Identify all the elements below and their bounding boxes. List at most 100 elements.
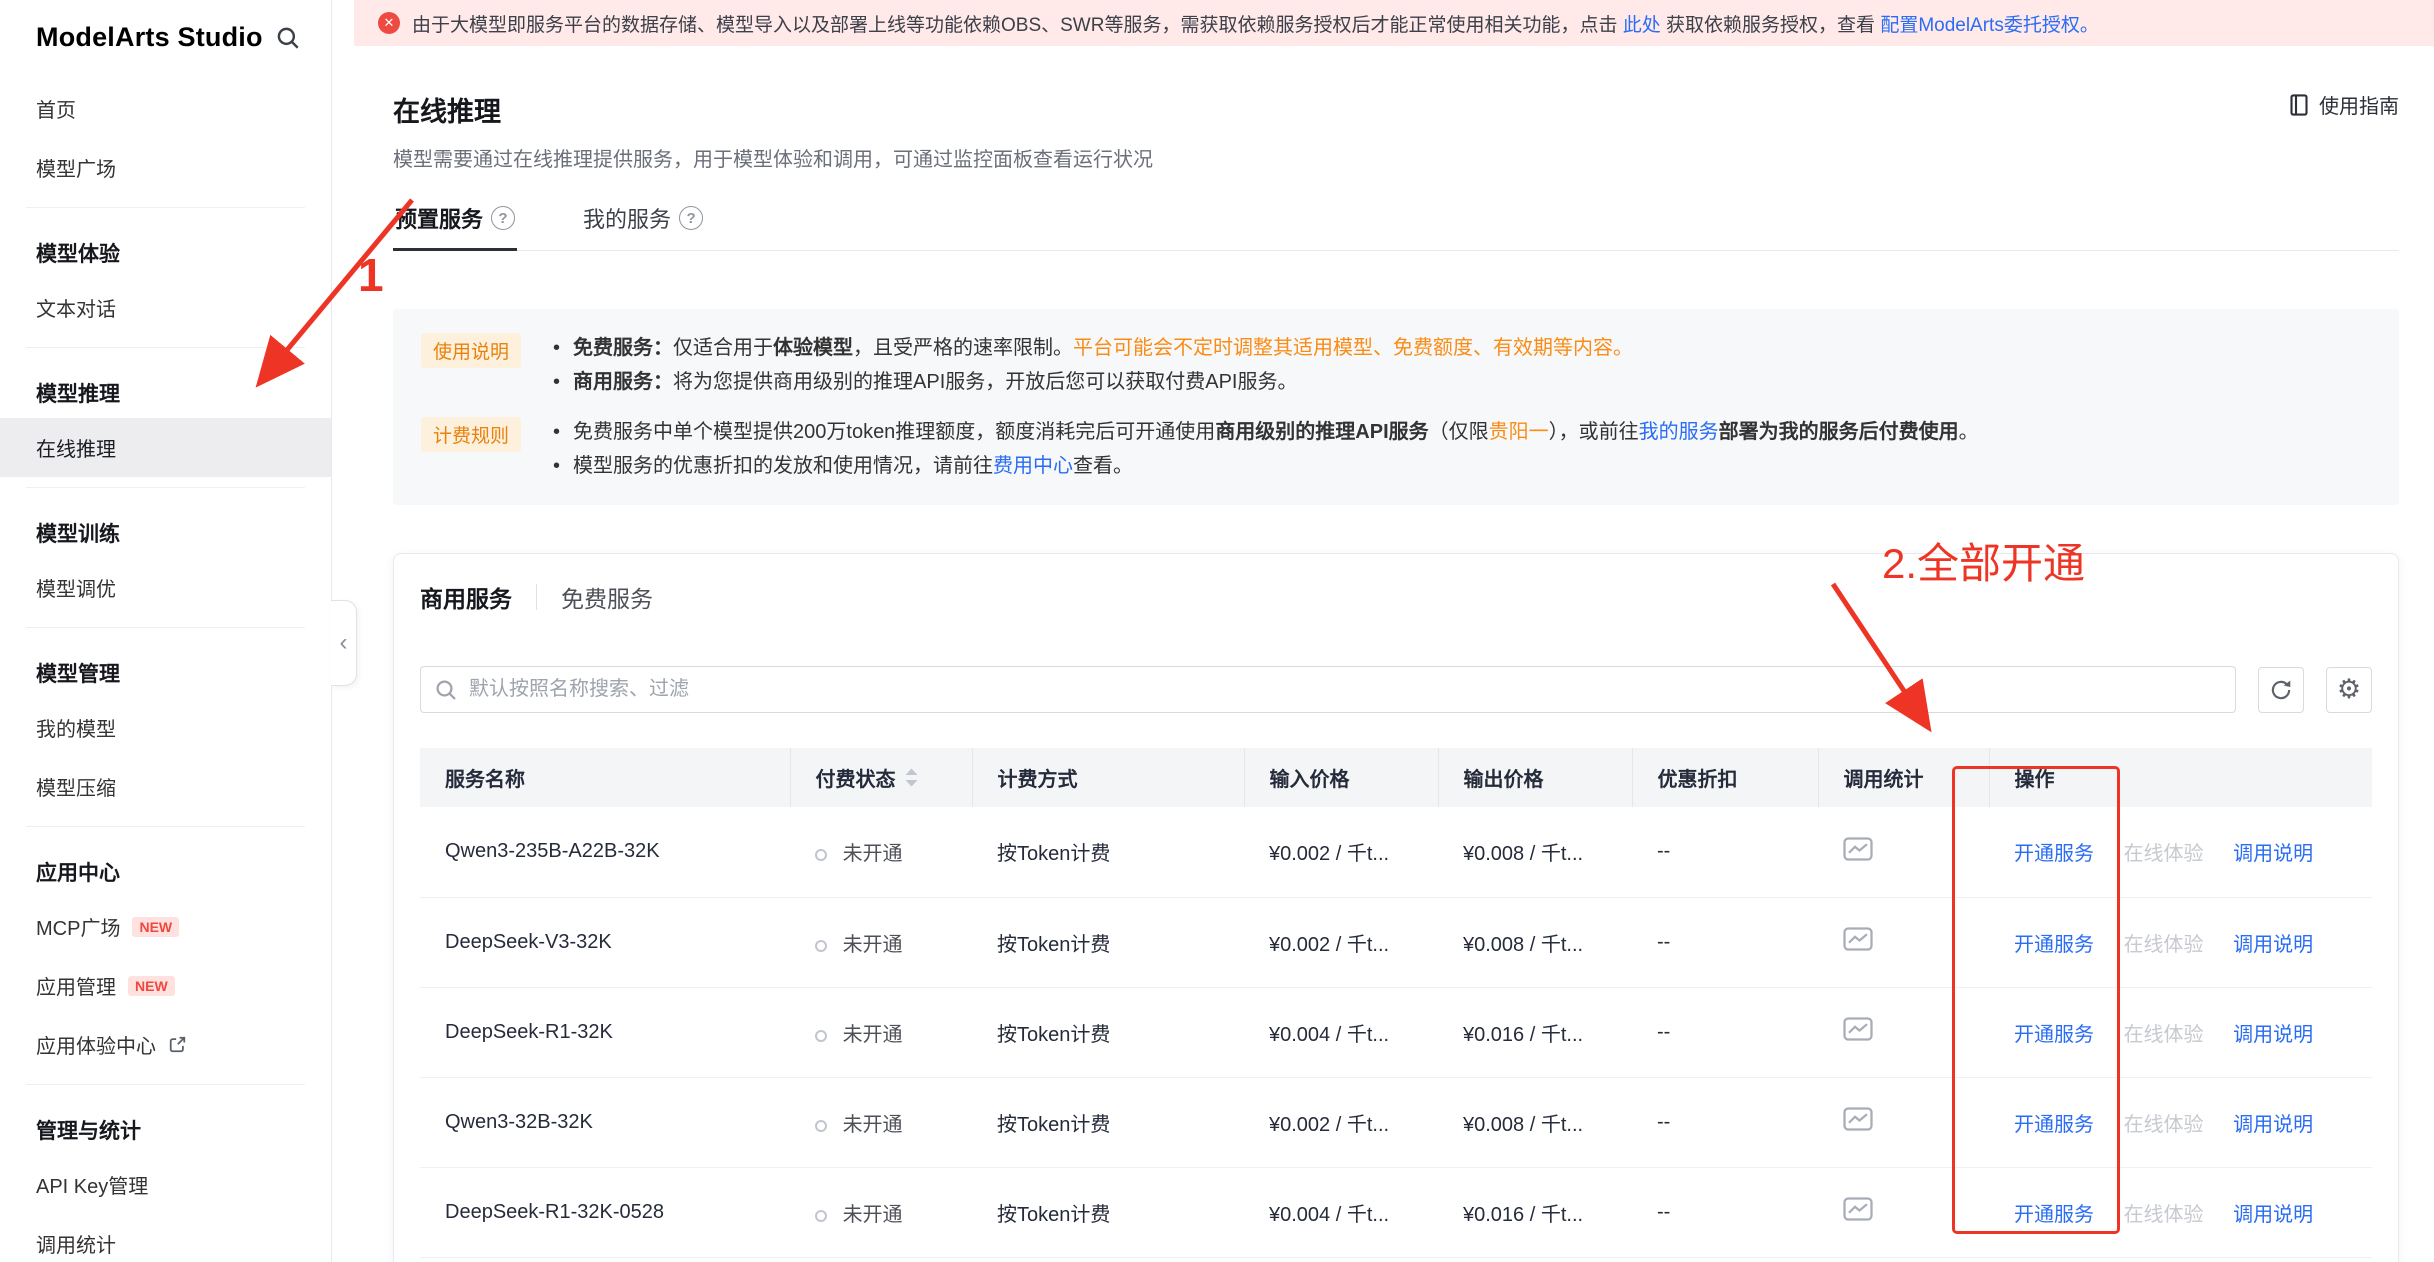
service-row: Qwen3-32B-32K 未开通 按Token计费 ¥0.002 / 千t..… [420,1077,2372,1167]
monitoring-chart-icon[interactable] [1843,927,1873,951]
monitoring-chart-icon[interactable] [1843,1107,1873,1131]
open-service-link[interactable]: 开通服务 [2014,1204,2094,1226]
sidebar-item-调用统计[interactable]: 调用统计 [0,1214,331,1262]
billing-mode-cell: 按Token计费 [972,897,1244,987]
inline-link[interactable]: 贵阳一 [1489,421,1549,443]
call-stats-cell [1818,807,1989,897]
billing-mode-cell: 按Token计费 [972,987,1244,1077]
text-segment: 商用级别的推理API服务 [1215,421,1428,443]
text-segment: 平台可能会不定时调整其适用模型、免费额度、有效期等内容。 [1073,337,1633,359]
new-badge: NEW [132,917,179,937]
status-dot-icon [815,1030,827,1042]
status-dot-icon [815,940,827,952]
open-service-link[interactable]: 开通服务 [2014,1024,2094,1046]
sidebar-item-应用管理[interactable]: 应用管理NEW [0,956,331,1015]
notice-line: 商用服务：将为您提供商用级别的推理API服务，开放后您可以获取付费API服务。 [551,365,1633,399]
discount-cell: -- [1632,807,1818,897]
call-docs-link[interactable]: 调用说明 [2233,1114,2313,1136]
sidebar-item-在线推理[interactable]: 在线推理 [0,418,331,477]
banner-message: 由于大模型即服务平台的数据存储、模型导入以及部署上线等功能依赖OBS、SWR等服… [412,10,2099,37]
table-body: Qwen3-235B-A22B-32K 未开通 按Token计费 ¥0.002 … [420,807,2372,1257]
sidebar-item-API Key管理[interactable]: API Key管理 [0,1155,331,1214]
column-header[interactable]: 付费状态 [790,748,972,807]
tab-commercial-services[interactable]: 商用服务 [420,580,512,614]
status-label: 未开通 [843,934,903,956]
tab-my-services[interactable]: 我的服务 ? [581,202,705,250]
call-docs-link[interactable]: 调用说明 [2233,1204,2313,1226]
billing-mode-cell: 按Token计费 [972,807,1244,897]
service-name-cell: DeepSeek-V3-32K [420,897,790,987]
monitoring-chart-icon[interactable] [1843,1017,1873,1041]
sidebar-section-title: 应用中心 [0,837,331,897]
sidebar-collapse-button[interactable]: ‹ [331,600,357,686]
sidebar-item-模型广场[interactable]: 模型广场 [0,138,331,197]
open-service-link[interactable]: 开通服务 [2014,843,2094,865]
tab-free-services[interactable]: 免费服务 [561,580,653,614]
text-segment: 获取依赖服务授权，查看 [1661,15,1881,36]
guide-label: 使用指南 [2319,90,2399,119]
sidebar-item-我的模型[interactable]: 我的模型 [0,698,331,757]
tab-preset-services[interactable]: 预置服务 ? [393,202,517,250]
online-experience-link[interactable]: 在线体验 [2124,1204,2204,1226]
call-docs-link[interactable]: 调用说明 [2233,934,2313,956]
output-price-cell: ¥0.016 / 千t... [1438,987,1632,1077]
online-experience-link[interactable]: 在线体验 [2124,934,2204,956]
text-segment: ，且受严格的速率限制。 [853,337,1073,359]
notice-line: 免费服务中单个模型提供200万token推理额度，额度消耗完后可开通使用商用级别… [551,415,1979,449]
sidebar-section-title: 模型训练 [0,498,331,558]
discount-cell: -- [1632,1167,1818,1257]
search-input[interactable] [420,666,2236,713]
status-dot-icon [815,1210,827,1222]
online-experience-link[interactable]: 在线体验 [2124,1114,2204,1136]
inline-link[interactable]: 费用中心 [993,455,1073,477]
sidebar-item-首页[interactable]: 首页 [0,79,331,138]
column-header: 计费方式 [972,748,1244,807]
services-table: 服务名称付费状态计费方式输入价格输出价格优惠折扣调用统计操作 Qwen3-235… [420,748,2372,1258]
call-stats-cell [1818,897,1989,987]
text-segment: 由于大模型即服务平台的数据存储、模型导入以及部署上线等功能依赖OBS、SWR等服… [412,15,1623,36]
chevron-left-icon: ‹ [340,629,348,657]
refresh-button[interactable] [2258,667,2304,713]
output-price-cell: ¥0.016 / 千t... [1438,1167,1632,1257]
payment-status-cell: 未开通 [790,1077,972,1167]
column-header: 服务名称 [420,748,790,807]
billing-mode-cell: 按Token计费 [972,1167,1244,1257]
online-experience-link[interactable]: 在线体验 [2124,843,2204,865]
open-service-link[interactable]: 开通服务 [2014,1114,2094,1136]
service-row: DeepSeek-R1-32K 未开通 按Token计费 ¥0.004 / 千t… [420,987,2372,1077]
billing-mode-cell: 按Token计费 [972,1077,1244,1167]
usage-guide-link[interactable]: 使用指南 [2287,90,2399,119]
column-settings-button[interactable]: ⚙ [2326,667,2372,713]
call-docs-link[interactable]: 调用说明 [2233,843,2313,865]
inline-link[interactable]: 此处 [1623,15,1661,36]
status-label: 未开通 [843,1114,903,1136]
inline-link[interactable]: 配置ModelArts委托授权。 [1880,15,2099,36]
call-docs-link[interactable]: 调用说明 [2233,1024,2313,1046]
usage-notice-box: 使用说明 免费服务：仅适合用于体验模型，且受严格的速率限制。平台可能会不定时调整… [393,309,2399,505]
sidebar-item-label: API Key管理 [36,1170,148,1199]
sidebar-item-应用体验中心[interactable]: 应用体验中心 [0,1015,331,1074]
inline-link[interactable]: 我的服务 [1639,421,1719,443]
status-dot-icon [815,849,827,861]
sidebar-search-icon[interactable] [275,25,301,51]
text-segment: 免费服务： [573,337,673,359]
sidebar-item-MCP广场[interactable]: MCP广场NEW [0,897,331,956]
payment-status-cell: 未开通 [790,807,972,897]
online-experience-link[interactable]: 在线体验 [2124,1024,2204,1046]
sidebar-item-模型压缩[interactable]: 模型压缩 [0,757,331,816]
sort-icon[interactable] [904,767,919,788]
sidebar-section-title: 管理与统计 [0,1095,331,1155]
sidebar-item-模型调优[interactable]: 模型调优 [0,558,331,617]
sidebar-item-文本对话[interactable]: 文本对话 [0,278,331,337]
service-name-cell: Qwen3-32B-32K [420,1077,790,1167]
monitoring-chart-icon[interactable] [1843,837,1873,861]
help-icon[interactable]: ? [491,206,515,230]
open-service-link[interactable]: 开通服务 [2014,934,2094,956]
monitoring-chart-icon[interactable] [1843,1197,1873,1221]
text-segment: 部署为我的服务后付费使用 [1719,421,1959,443]
notice-line: 模型服务的优惠折扣的发放和使用情况，请前往费用中心查看。 [551,449,1979,483]
discount-cell: -- [1632,1077,1818,1167]
help-icon[interactable]: ? [679,206,703,230]
input-price-cell: ¥0.002 / 千t... [1244,1077,1438,1167]
column-header-label: 计费方式 [998,763,1078,792]
